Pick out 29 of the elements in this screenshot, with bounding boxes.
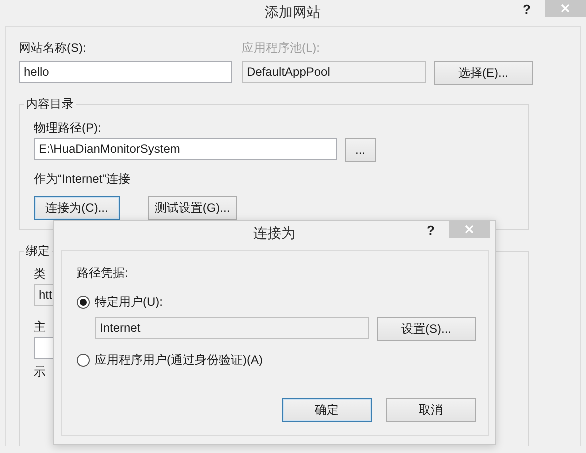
physical-path-field[interactable]: E:\HuaDianMonitorSystem: [34, 138, 337, 160]
connect-as-info: 作为“Internet”连接: [34, 172, 131, 186]
physical-path-label: 物理路径(P):: [34, 121, 102, 135]
ok-button[interactable]: 确定: [282, 398, 372, 422]
help-button[interactable]: ?: [427, 223, 435, 238]
site-name-label: 网站名称(S):: [19, 41, 86, 55]
radio-label: 特定用户(U):: [95, 295, 163, 309]
action-button[interactable]: 连接为(C)...: [34, 196, 120, 220]
close-icon: [561, 4, 570, 13]
cancel-button[interactable]: 取消: [386, 398, 476, 422]
radio-label: 应用程序用户(通过身份验证)(A): [95, 353, 263, 367]
action-button[interactable]: 测试设置(G)...: [148, 196, 237, 220]
example-label: 示: [34, 365, 46, 379]
window-title: 连接为: [254, 224, 296, 243]
settings-button[interactable]: 设置(S)...: [377, 317, 476, 341]
window-title: 添加网站: [265, 3, 321, 22]
radio-button[interactable]: [77, 354, 90, 366]
type-label: 类: [34, 267, 46, 281]
site-name-field[interactable]: hello: [19, 61, 232, 83]
host-label: 主: [34, 320, 46, 334]
radio-button[interactable]: [77, 296, 90, 308]
close-icon: [465, 225, 474, 234]
group-title: 绑定: [24, 244, 52, 258]
group-title: 内容目录: [24, 97, 76, 111]
user-field[interactable]: Internet: [95, 317, 369, 339]
app-pool-label: 应用程序池(L):: [242, 41, 320, 55]
help-button[interactable]: ?: [523, 2, 531, 17]
credentials-label: 路径凭据:: [77, 266, 128, 280]
browse-button[interactable]: ...: [345, 138, 376, 162]
